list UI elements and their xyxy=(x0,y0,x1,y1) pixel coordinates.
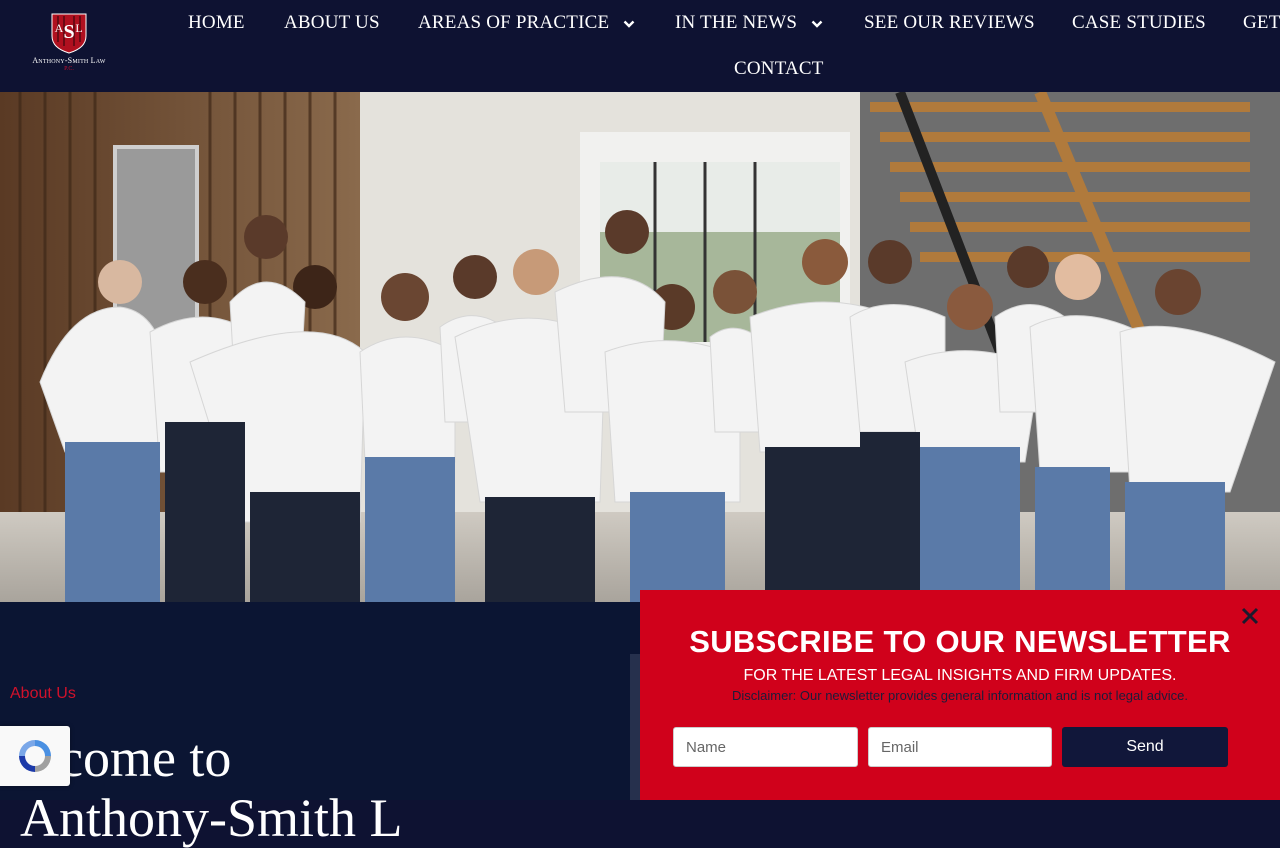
nav-areas-of-practice[interactable]: AREAS OF PRACTICE xyxy=(418,12,635,34)
nav-about-us[interactable]: ABOUT US xyxy=(284,12,380,34)
chevron-down-icon xyxy=(811,20,823,28)
nav-in-the-news[interactable]: IN THE NEWS xyxy=(675,12,823,34)
nav-home[interactable]: HOME xyxy=(188,12,245,34)
email-input[interactable] xyxy=(868,727,1052,767)
chevron-down-icon xyxy=(623,20,635,28)
welcome-heading-line2: Anthony-Smith L xyxy=(20,788,403,848)
site-header: S A L Anthony-Smith Law P.C. HOME ABOUT … xyxy=(0,0,1280,92)
newsletter-popup: SUBSCRIBE TO OUR NEWSLETTER FOR THE LATE… xyxy=(640,590,1280,800)
about-us-label: About Us xyxy=(10,685,76,702)
nav-areas-of-practice-label: AREAS OF PRACTICE xyxy=(418,12,610,33)
recaptcha-icon xyxy=(19,740,51,772)
newsletter-subtitle: FOR THE LATEST LEGAL INSIGHTS AND FIRM U… xyxy=(743,667,1177,684)
nav-in-the-news-label: IN THE NEWS xyxy=(675,12,798,33)
nav-contact[interactable]: CONTACT xyxy=(734,58,824,80)
nav-case-studies[interactable]: CASE STUDIES xyxy=(1072,12,1206,34)
team-photo-illustration xyxy=(0,92,1280,602)
name-input[interactable] xyxy=(673,727,858,767)
nav-get-started[interactable]: GET xyxy=(1243,12,1280,34)
recaptcha-badge[interactable] xyxy=(0,726,70,786)
close-icon[interactable] xyxy=(1240,606,1260,626)
send-button[interactable]: Send xyxy=(1062,727,1228,767)
nav-see-our-reviews[interactable]: SEE OUR REVIEWS xyxy=(864,12,1035,34)
section-divider xyxy=(630,654,640,800)
newsletter-disclaimer: Disclaimer: Our newsletter provides gene… xyxy=(732,688,1188,703)
hero-team-photo xyxy=(0,92,1280,602)
main-nav: HOME ABOUT US AREAS OF PRACTICE IN THE N… xyxy=(0,0,1280,92)
newsletter-title: SUBSCRIBE TO OUR NEWSLETTER xyxy=(689,624,1231,659)
